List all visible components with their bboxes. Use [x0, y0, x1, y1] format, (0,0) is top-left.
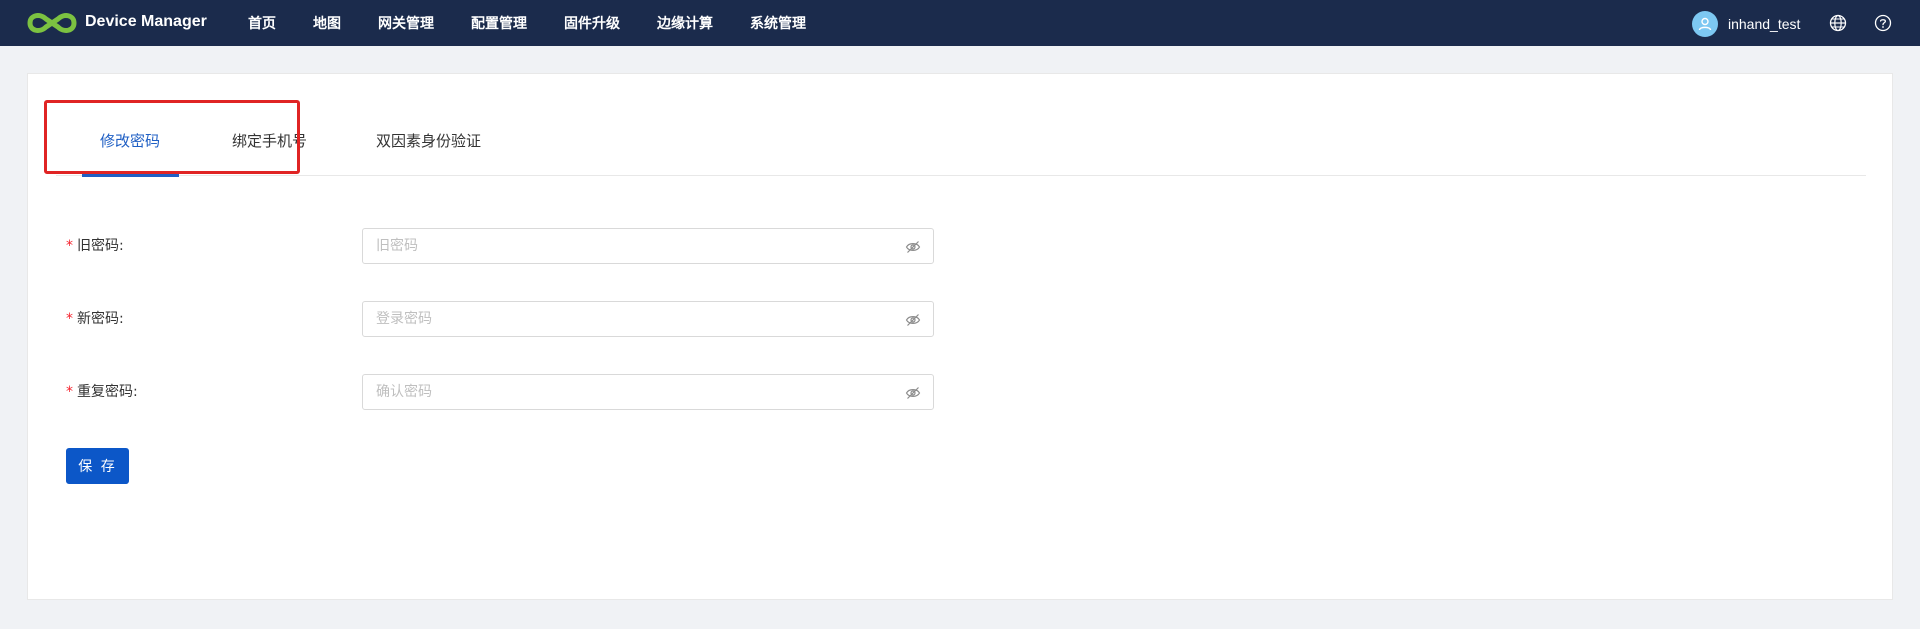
- repeat-password-input[interactable]: [363, 375, 883, 409]
- new-password-input[interactable]: [363, 302, 883, 336]
- nav-item-firmware[interactable]: 固件升级: [564, 13, 620, 33]
- question-icon[interactable]: [1874, 14, 1892, 32]
- username[interactable]: inhand_test: [1728, 16, 1800, 32]
- repeat-password-label: * 重复密码:: [66, 384, 138, 400]
- tab-two-factor-auth[interactable]: 双因素身份验证: [376, 120, 481, 176]
- tab-bind-phone[interactable]: 绑定手机号: [232, 120, 307, 176]
- avatar[interactable]: [1692, 11, 1718, 37]
- user-menu[interactable]: inhand_test: [1692, 11, 1800, 37]
- main-nav: 首页 地图 网关管理 配置管理 固件升级 边缘计算 系统管理: [248, 0, 843, 46]
- old-password-row: * 旧密码:: [66, 228, 966, 264]
- old-password-input[interactable]: [363, 229, 883, 263]
- user-icon: [1698, 17, 1712, 31]
- globe-icon[interactable]: [1829, 14, 1847, 32]
- nav-item-edge[interactable]: 边缘计算: [657, 13, 713, 33]
- nav-item-map[interactable]: 地图: [313, 13, 341, 33]
- nav-item-config[interactable]: 配置管理: [471, 13, 527, 33]
- repeat-password-field-wrapper: [362, 374, 934, 410]
- old-password-field-wrapper: [362, 228, 934, 264]
- repeat-password-row: * 重复密码:: [66, 374, 966, 410]
- settings-tabs: 修改密码 绑定手机号 双因素身份验证: [56, 120, 1866, 177]
- logo-icon: [27, 13, 77, 33]
- top-navigation-bar: Device Manager 首页 地图 网关管理 配置管理 固件升级 边缘计算…: [0, 0, 1920, 46]
- new-password-row: * 新密码:: [66, 301, 966, 337]
- eye-invisible-icon[interactable]: [905, 312, 921, 328]
- old-password-label: * 旧密码:: [66, 238, 124, 254]
- tab-change-password[interactable]: 修改密码: [81, 120, 180, 177]
- save-button[interactable]: 保 存: [66, 448, 129, 484]
- account-settings-card: 修改密码 绑定手机号 双因素身份验证 *旧密码: *新密码: *重复密码:: [27, 73, 1893, 600]
- nav-item-home[interactable]: 首页: [248, 13, 276, 33]
- eye-invisible-icon[interactable]: [905, 385, 921, 401]
- brand-name: Device Manager: [85, 13, 207, 30]
- nav-item-gateway[interactable]: 网关管理: [378, 13, 434, 33]
- nav-item-system[interactable]: 系统管理: [750, 13, 806, 33]
- new-password-label: * 新密码:: [66, 311, 124, 327]
- eye-invisible-icon[interactable]: [905, 239, 921, 255]
- new-password-field-wrapper: [362, 301, 934, 337]
